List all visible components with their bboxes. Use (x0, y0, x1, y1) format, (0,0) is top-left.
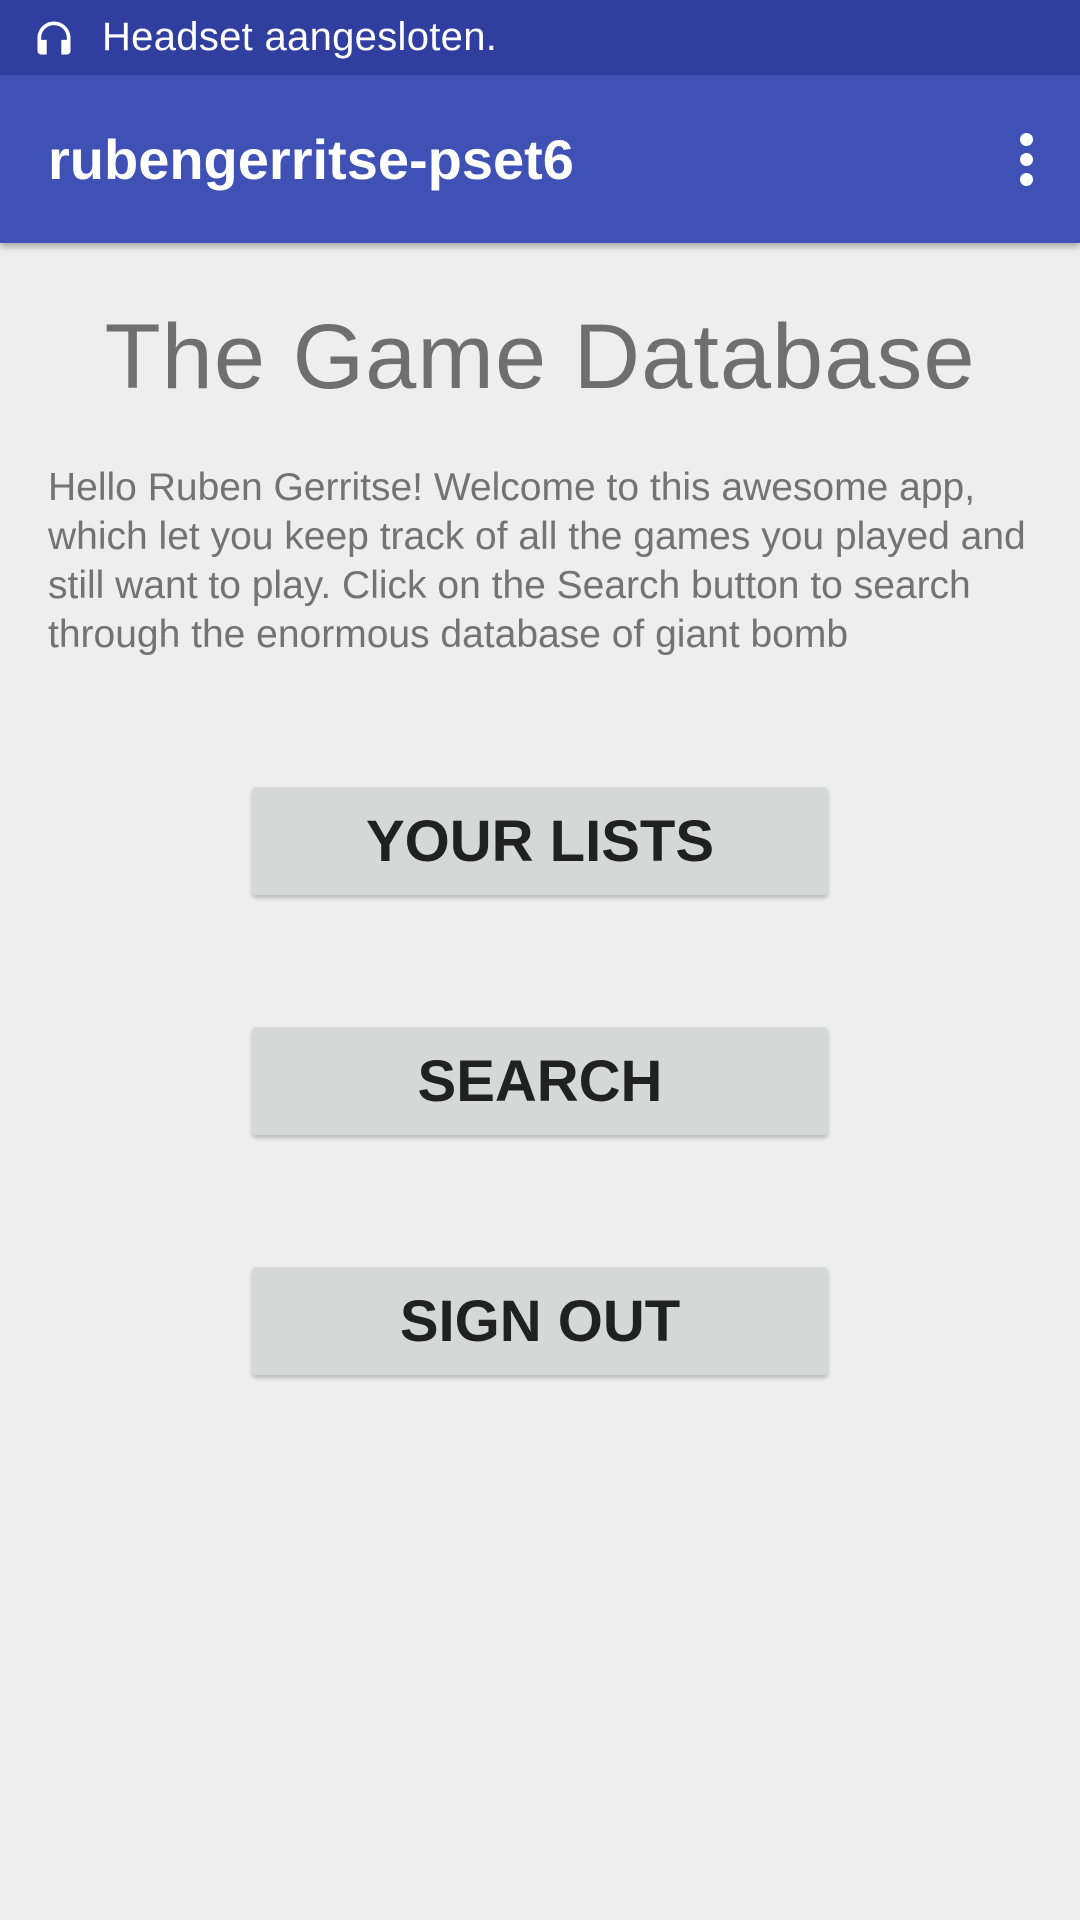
overflow-dot (1019, 132, 1033, 146)
welcome-text: Hello Ruben Gerritse! Welcome to this aw… (48, 466, 1026, 656)
headset-icon (31, 15, 77, 61)
overflow-dot (1019, 152, 1033, 166)
your-lists-button[interactable]: YOUR LISTS (252, 787, 828, 895)
overflow-dot (1019, 172, 1033, 186)
more-vert-icon[interactable] (996, 117, 1056, 201)
status-notification-text: Headset aangesloten. (102, 15, 498, 59)
sign-out-button[interactable]: SIGN OUT (252, 1267, 828, 1375)
app-title: rubengerritse-pset6 (48, 127, 574, 191)
search-button[interactable]: SEARCH (252, 1027, 828, 1135)
app-bar: rubengerritse-pset6 (0, 75, 1080, 243)
page-heading: The Game Database (104, 306, 976, 408)
main-content: The Game Database Hello Ruben Gerritse! … (0, 243, 1080, 1920)
status-bar: Headset aangesloten. (0, 0, 1080, 75)
